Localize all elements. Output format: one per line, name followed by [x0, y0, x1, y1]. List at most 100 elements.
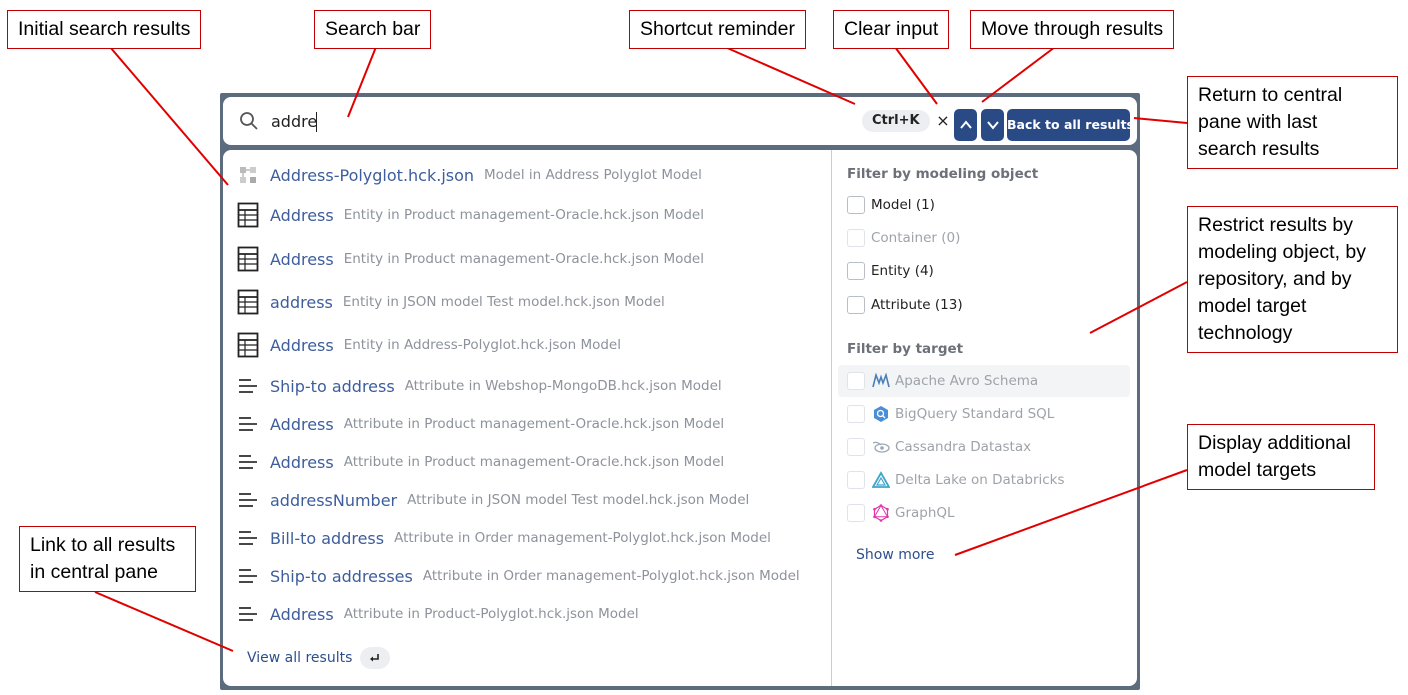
- entity-table-icon: [235, 246, 261, 272]
- filter-target-graphql[interactable]: GraphQL: [838, 497, 1130, 529]
- back-to-all-results-button[interactable]: Back to all results: [1007, 109, 1134, 141]
- checkbox: [847, 229, 865, 247]
- list-item[interactable]: addressNumber Attribute in JSON model Te…: [235, 485, 825, 515]
- result-name: Address: [270, 604, 334, 624]
- list-item[interactable]: Ship-to address Attribute in Webshop-Mon…: [235, 371, 825, 401]
- callout-text: repository, and by: [1198, 268, 1352, 290]
- checkbox[interactable]: [847, 196, 865, 214]
- enter-key-icon: [360, 647, 391, 669]
- view-all-results-link[interactable]: View all results: [247, 647, 391, 669]
- callout-text: Clear input: [844, 18, 939, 40]
- results-list: Address-Polyglot.hck.json Model in Addre…: [223, 150, 831, 686]
- callout-clear-input: Clear input: [833, 10, 950, 49]
- list-item[interactable]: Ship-to addresses Attribute in Order man…: [235, 561, 825, 591]
- list-item[interactable]: Bill-to address Attribute in Order manag…: [235, 523, 825, 553]
- filter-object-heading: Filter by modeling object: [847, 166, 1039, 182]
- entity-table-icon: [235, 332, 261, 358]
- callout-text: Display additional: [1198, 432, 1351, 454]
- avro-icon: [871, 371, 891, 391]
- checkbox[interactable]: [847, 372, 865, 390]
- result-description: Attribute in JSON model Test model.hck.j…: [407, 492, 750, 508]
- filter-target-delta-lake[interactable]: Delta Lake on Databricks: [838, 464, 1130, 496]
- clear-input-button[interactable]: ×: [933, 110, 953, 132]
- callout-move-results: Move through results: [970, 10, 1175, 49]
- checkbox[interactable]: [847, 262, 865, 280]
- callout-text: Return to central: [1198, 84, 1343, 106]
- list-item[interactable]: address Entity in JSON model Test model.…: [235, 287, 825, 317]
- delta-lake-icon: [871, 470, 891, 490]
- filter-attribute-checkbox[interactable]: Attribute (13): [838, 289, 1130, 321]
- previous-result-button[interactable]: [954, 109, 977, 141]
- callout-search-bar: Search bar: [314, 10, 432, 49]
- list-item[interactable]: Address Attribute in Product management-…: [235, 447, 825, 477]
- checkbox[interactable]: [847, 296, 865, 314]
- list-item[interactable]: Address Entity in Product management-Ora…: [235, 244, 825, 274]
- callout-text: technology: [1198, 322, 1293, 344]
- result-name: Address: [270, 414, 334, 434]
- filter-target-bigquery[interactable]: BigQuery Standard SQL: [838, 398, 1130, 430]
- result-name: Address: [270, 249, 334, 269]
- chevron-up-icon: [959, 120, 972, 129]
- search-input[interactable]: [271, 109, 831, 133]
- list-item[interactable]: Address Entity in Product management-Ora…: [235, 200, 825, 230]
- checkbox[interactable]: [847, 438, 865, 456]
- bigquery-icon: [871, 404, 891, 424]
- attribute-lines-icon: [235, 601, 261, 627]
- graphql-icon: [871, 503, 891, 523]
- checkbox[interactable]: [847, 504, 865, 522]
- checkbox[interactable]: [847, 405, 865, 423]
- callout-text: Link to all results: [30, 534, 176, 556]
- result-description: Attribute in Product management-Oracle.h…: [343, 416, 725, 432]
- filter-target-avro[interactable]: Apache Avro Schema: [838, 365, 1130, 397]
- callout-text: Shortcut reminder: [640, 18, 795, 40]
- list-item[interactable]: Address Attribute in Product-Polyglot.hc…: [235, 599, 825, 629]
- callout-shortcut: Shortcut reminder: [629, 10, 806, 49]
- result-name: Address: [270, 335, 334, 355]
- line-link: [94, 591, 234, 652]
- results-panel: Address-Polyglot.hck.json Model in Addre…: [223, 150, 1137, 686]
- attribute-lines-icon: [235, 525, 261, 551]
- callout-text: Restrict results by: [1198, 214, 1353, 236]
- result-description: Attribute in Order management-Polyglot.h…: [394, 530, 771, 546]
- callout-link-all-results: Link to all results in central pane: [19, 526, 196, 592]
- line-initial-results: [109, 46, 229, 186]
- cassandra-icon: [871, 437, 891, 457]
- search-dialog: Ctrl+K × Back to all results Address-Pol…: [220, 93, 1140, 690]
- list-item[interactable]: Address Attribute in Product management-…: [235, 409, 825, 439]
- callout-text: search results: [1198, 138, 1320, 160]
- next-result-button[interactable]: [981, 109, 1004, 141]
- list-item[interactable]: Address-Polyglot.hck.json Model in Addre…: [235, 160, 825, 190]
- checkbox[interactable]: [847, 471, 865, 489]
- callout-return-central: Return to central pane with last search …: [1187, 76, 1398, 169]
- filter-label: Entity (4): [871, 263, 934, 279]
- filter-model-checkbox[interactable]: Model (1): [838, 189, 1130, 221]
- filter-entity-checkbox[interactable]: Entity (4): [838, 255, 1130, 287]
- result-description: Model in Address Polyglot Model: [484, 167, 702, 183]
- filter-container-checkbox: Container (0): [838, 222, 1130, 254]
- show-more-link[interactable]: Show more: [856, 547, 935, 563]
- result-name: Bill-to address: [270, 528, 385, 548]
- result-name: Ship-to address: [270, 376, 395, 396]
- callout-text: modeling object, by: [1198, 241, 1367, 263]
- filter-label: BigQuery Standard SQL: [895, 406, 1055, 422]
- result-name: Ship-to addresses: [270, 566, 413, 586]
- polyglot-model-icon: [235, 162, 261, 188]
- result-description: Attribute in Order management-Polyglot.h…: [422, 568, 800, 584]
- filter-target-heading: Filter by target: [847, 341, 964, 357]
- result-description: Entity in Product management-Oracle.hck.…: [343, 207, 704, 223]
- search-bar: Ctrl+K × Back to all results: [223, 97, 1137, 145]
- filters-pane: Filter by modeling object Model (1) Cont…: [832, 150, 1137, 686]
- entity-table-icon: [235, 202, 261, 228]
- callout-text: model targets: [1198, 459, 1317, 481]
- attribute-lines-icon: [235, 449, 261, 475]
- filter-target-cassandra[interactable]: Cassandra Datastax: [838, 431, 1130, 463]
- filter-label: Delta Lake on Databricks: [895, 472, 1065, 488]
- callout-text: Search bar: [325, 18, 421, 40]
- filter-label: Model (1): [871, 197, 935, 213]
- callout-text: Move through results: [981, 18, 1164, 40]
- result-name: Address: [270, 452, 334, 472]
- filter-label: GraphQL: [895, 505, 955, 521]
- result-description: Attribute in Webshop-MongoDB.hck.json Mo…: [404, 378, 722, 394]
- filter-label: Container (0): [871, 230, 961, 246]
- list-item[interactable]: Address Entity in Address-Polyglot.hck.j…: [235, 330, 825, 360]
